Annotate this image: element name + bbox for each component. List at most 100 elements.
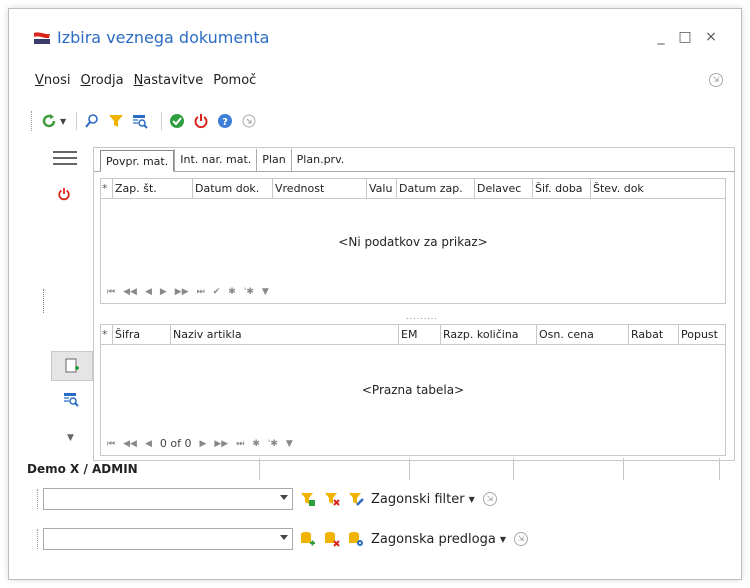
column-razp-kolicina[interactable]: Razp. količina (441, 325, 537, 344)
toolbar: ▼ ? (31, 109, 264, 133)
grid-splitter[interactable]: ......... (406, 312, 438, 321)
tab-row: Povpr. mat. Int. nar. mat. Plan Plan.prv… (94, 148, 734, 172)
maximize-button[interactable]: □ (677, 29, 693, 45)
help-icon[interactable]: ? (216, 112, 234, 130)
nav-next-icon[interactable]: ▶ (160, 287, 167, 297)
template-combo[interactable] (43, 528, 293, 550)
filter-icon[interactable] (107, 112, 125, 130)
refresh-dropdown-icon[interactable]: ▼ (60, 117, 66, 126)
power-icon[interactable] (192, 112, 210, 130)
side-table-search-icon[interactable] (63, 391, 79, 410)
menu-pomoc[interactable]: Pomoč (213, 73, 256, 88)
toolbar-separator (76, 112, 78, 130)
status-panel (409, 458, 513, 480)
new-record-button[interactable] (51, 351, 93, 381)
nav-prev-icon[interactable]: ◀ (145, 287, 152, 297)
clear-filter-icon[interactable] (323, 490, 341, 508)
window-title: Izbira veznega dokumenta (57, 28, 270, 47)
combo-arrow-icon[interactable] (280, 495, 288, 500)
dialog-window: Izbira veznega dokumenta _ □ × Vnosi Oro… (8, 8, 742, 580)
nav-first-icon[interactable]: ⏮ (107, 287, 115, 297)
template-dropdown-icon[interactable]: ▼ (500, 535, 506, 544)
nav-append-icon[interactable]: '✱ (244, 287, 254, 297)
nav-next-icon[interactable]: ▶ (199, 439, 206, 449)
filter-dropdown-icon[interactable]: ▼ (469, 495, 475, 504)
close-button[interactable]: × (703, 29, 719, 45)
nav-prev-icon[interactable]: ◀ (145, 439, 152, 449)
upper-grid-empty-message: <Ni podatkov za prikaz> (338, 235, 488, 249)
template-grip[interactable] (37, 529, 40, 549)
column-sifra[interactable]: Šifra (113, 325, 171, 344)
upper-grid-navigator: ⏮ ◀◀ ◀ ▶ ▶▶ ⏭ ✔ ✱ '✱ ▼ (107, 287, 269, 297)
menu-nastavitve[interactable]: Nastavitve (134, 73, 204, 88)
column-rabat[interactable]: Rabat (629, 325, 679, 344)
apply-filter-icon[interactable] (299, 490, 317, 508)
search-icon[interactable] (83, 112, 101, 130)
toolbar-options-icon[interactable] (240, 112, 258, 130)
menu-vnosi[interactable]: Vnosi (35, 73, 70, 88)
column-datum-zap[interactable]: Datum zap. (397, 179, 475, 198)
column-zap-st[interactable]: Zap. št. (113, 179, 193, 198)
combo-arrow-icon[interactable] (280, 535, 288, 540)
side-power-icon[interactable] (57, 187, 71, 204)
lower-grid-navigator: ⏮ ◀◀ ◀ 0 of 0 ▶ ▶▶ ⏭ ✱ '✱ ▼ (107, 437, 293, 450)
filter-label[interactable]: Zagonski filter (371, 492, 465, 507)
table-search-icon[interactable] (131, 112, 149, 130)
minimize-button[interactable]: _ (653, 29, 669, 45)
tab-plan[interactable]: Plan (256, 149, 291, 171)
add-template-icon[interactable] (299, 530, 317, 548)
filter-options-icon[interactable]: ⇲ (482, 492, 497, 506)
hamburger-menu-icon[interactable] (53, 151, 77, 169)
nav-append-icon[interactable]: '✱ (268, 439, 278, 449)
nav-next-page-icon[interactable]: ▶▶ (175, 287, 189, 297)
column-osn-cena[interactable]: Osn. cena (537, 325, 629, 344)
column-stev-dok[interactable]: Štev. dok (591, 179, 725, 198)
column-em[interactable]: EM (399, 325, 441, 344)
nav-prev-page-icon[interactable]: ◀◀ (123, 287, 137, 297)
edit-filter-icon[interactable] (347, 490, 365, 508)
status-panel (719, 458, 729, 480)
column-sif-doba[interactable]: Šif. doba (533, 179, 591, 198)
tab-povpr-mat[interactable]: Povpr. mat. (100, 150, 175, 172)
toolbar-separator (161, 112, 163, 130)
nav-post-icon[interactable]: ✔ (213, 287, 221, 297)
template-options-icon[interactable]: ⇲ (514, 532, 528, 546)
tab-int-nar-mat[interactable]: Int. nar. mat. (174, 149, 257, 171)
column-datum-dok[interactable]: Datum dok. (193, 179, 273, 198)
lower-grid: * Šifra Naziv artikla EM Razp. količina … (100, 324, 726, 456)
nav-insert-icon[interactable]: ✱ (252, 439, 260, 449)
nav-prev-page-icon[interactable]: ◀◀ (123, 439, 137, 449)
nav-first-icon[interactable]: ⏮ (107, 439, 115, 449)
menu-orodja[interactable]: Orodja (80, 73, 123, 88)
side-splitter[interactable] (43, 289, 44, 313)
new-row-column-header[interactable]: * (101, 179, 113, 198)
tab-plan-prv[interactable]: Plan.prv. (290, 149, 350, 171)
nav-insert-icon[interactable]: ✱ (228, 287, 236, 297)
nav-filter-icon[interactable]: ▼ (262, 287, 269, 297)
nav-filter-icon[interactable]: ▼ (286, 439, 293, 449)
column-valuta[interactable]: Valu (367, 179, 397, 198)
template-settings-icon[interactable] (347, 530, 365, 548)
tab-control: Povpr. mat. Int. nar. mat. Plan Plan.prv… (93, 147, 735, 461)
new-document-icon (65, 358, 79, 373)
filter-grip[interactable] (37, 489, 40, 509)
nav-last-icon[interactable]: ⏭ (236, 439, 244, 449)
title-bar: Izbira veznega dokumenta _ □ × (9, 9, 741, 57)
column-vrednost[interactable]: Vrednost (273, 179, 367, 198)
confirm-icon[interactable] (168, 112, 186, 130)
toolbar-grip[interactable] (31, 111, 34, 131)
svg-text:?: ? (222, 117, 228, 128)
filter-combo[interactable] (43, 488, 293, 510)
column-naziv-artikla[interactable]: Naziv artikla (171, 325, 399, 344)
side-more-icon[interactable]: ▼ (67, 433, 74, 443)
refresh-icon[interactable] (40, 112, 58, 130)
nav-next-page-icon[interactable]: ▶▶ (214, 439, 228, 449)
template-row: Zagonska predloga ▼ ⇲ (37, 527, 528, 551)
delete-template-icon[interactable] (323, 530, 341, 548)
nav-last-icon[interactable]: ⏭ (197, 287, 205, 297)
new-row-column-header[interactable]: * (101, 325, 113, 344)
template-label[interactable]: Zagonska predloga (371, 532, 496, 547)
menu-options-icon[interactable]: ⇲ (709, 73, 723, 87)
column-popust[interactable]: Popust (679, 325, 725, 344)
column-delavec[interactable]: Delavec (475, 179, 533, 198)
